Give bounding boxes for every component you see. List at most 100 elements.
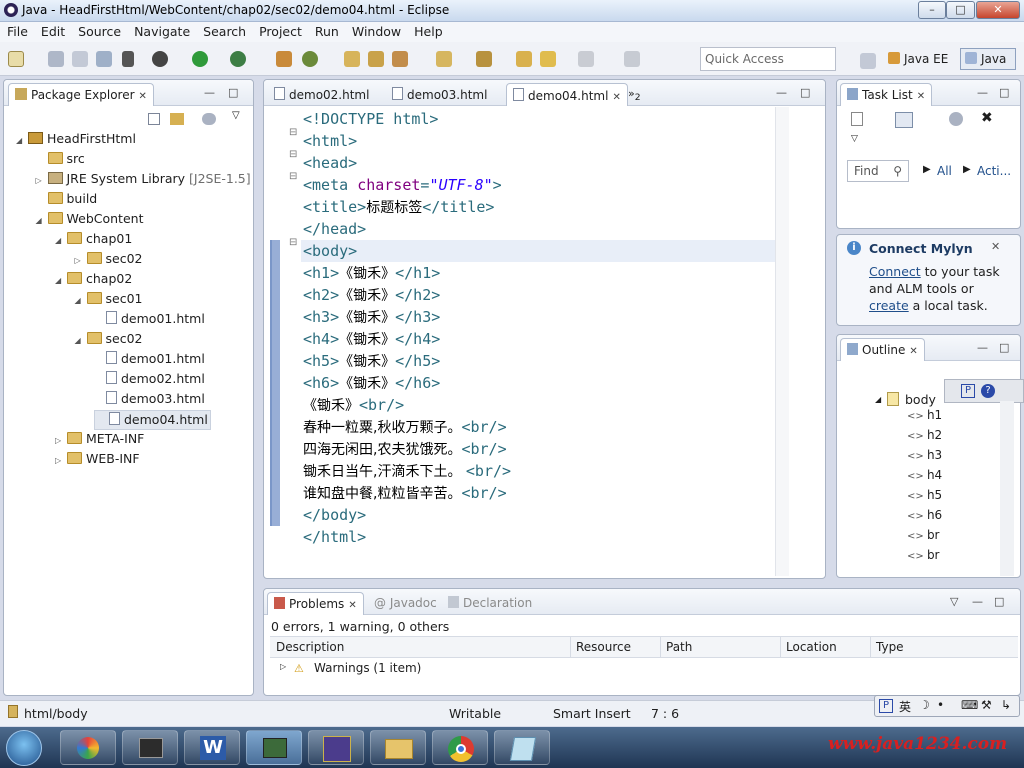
editor-tab-demo04[interactable]: demo04.html ✕	[506, 83, 628, 106]
collapse-arrow-icon[interactable]: ◢	[55, 272, 67, 290]
menu-window[interactable]: Window	[345, 22, 407, 39]
minimize-view-icon[interactable]: —	[776, 86, 787, 99]
maximize-button[interactable]: □	[946, 1, 975, 19]
code-line[interactable]: <body>	[303, 240, 357, 262]
col-description[interactable]: Description	[276, 640, 344, 654]
run-icon[interactable]	[192, 51, 208, 67]
close-icon[interactable]: ✕	[991, 240, 1000, 253]
tab-package-explorer[interactable]: Package Explorer ✕	[8, 83, 154, 106]
menu-project[interactable]: Project	[252, 22, 308, 39]
tools-icon[interactable]: ⚒	[981, 698, 992, 712]
code-line[interactable]: <!DOCTYPE html>	[303, 108, 438, 130]
minimize-view-icon[interactable]: —	[204, 86, 215, 99]
collapse-arrow-icon[interactable]: ◢	[75, 332, 87, 350]
outline-root[interactable]: body	[905, 392, 936, 407]
tree-item[interactable]: ◢ sec02	[75, 330, 143, 350]
menu-source[interactable]: Source	[71, 22, 127, 39]
code-line[interactable]: <head>	[303, 152, 357, 174]
tree-item[interactable]: demo01.html	[94, 350, 205, 370]
expand-icon[interactable]: ↳	[1001, 698, 1011, 712]
collapse-arrow-icon[interactable]: ◢	[55, 232, 67, 250]
tree-item[interactable]: ▷ JRE System Library [J2SE-1.5]	[36, 170, 251, 190]
taskbar-colorful-app-icon[interactable]	[60, 730, 116, 765]
tree-item[interactable]: build	[36, 190, 97, 210]
external-tools-icon[interactable]	[230, 51, 246, 67]
taskbar-javaee-icon[interactable]	[308, 730, 364, 765]
task-activate-link[interactable]: Acti...	[977, 164, 1011, 178]
perspective-javaee-button[interactable]: Java EE	[884, 48, 956, 70]
new-class-icon[interactable]	[302, 51, 318, 67]
col-type[interactable]: Type	[876, 640, 904, 654]
create-link[interactable]: create	[869, 298, 909, 313]
connect-link[interactable]: Connect	[869, 264, 921, 279]
moon-icon[interactable]: ☽	[919, 698, 930, 712]
code-line[interactable]: <h6>《锄禾》</h6>	[303, 372, 440, 394]
new-task-icon[interactable]	[851, 112, 863, 126]
menu-search[interactable]: Search	[196, 22, 252, 39]
view-menu-icon[interactable]: ▽	[232, 110, 240, 121]
maximize-view-icon[interactable]: □	[994, 595, 1004, 608]
menu-run[interactable]: Run	[308, 22, 345, 39]
menu-file[interactable]: File	[0, 22, 34, 39]
code-line[interactable]: 谁知盘中餐,粒粒皆辛苦。<br/>	[303, 482, 507, 504]
taskbar-explorer-icon[interactable]	[370, 730, 426, 765]
tree-item[interactable]: src	[36, 150, 85, 170]
code-line[interactable]: </head>	[303, 218, 366, 240]
code-line[interactable]: 四海无闲田,农夫犹饿死。<br/>	[303, 438, 507, 460]
collapse-all-icon[interactable]	[148, 113, 160, 125]
prev-annotation-icon[interactable]	[476, 51, 492, 67]
forward-icon[interactable]	[578, 51, 594, 67]
tree-item[interactable]: demo04.html	[94, 410, 211, 430]
expand-arrow-icon[interactable]: ▷	[55, 432, 67, 450]
outline-item[interactable]: <> h4	[907, 468, 942, 482]
tree-item[interactable]: demo02.html	[94, 370, 205, 390]
tree-item[interactable]: ◢ chap01	[55, 230, 132, 250]
fold-icon[interactable]: ⊟	[289, 149, 297, 160]
tree-item[interactable]: ◢ HeadFirstHtml	[16, 130, 136, 150]
maximize-view-icon[interactable]: □	[228, 86, 238, 99]
fold-icon[interactable]: ⊟	[289, 237, 297, 248]
open-task-icon[interactable]	[368, 51, 384, 67]
editor-tab-demo02[interactable]: demo02.html	[268, 83, 375, 106]
outline-item[interactable]: <> br	[907, 548, 940, 562]
maximize-view-icon[interactable]: □	[800, 86, 810, 99]
save-all-icon[interactable]	[72, 51, 88, 67]
editor-tab-demo03[interactable]: demo03.html	[386, 83, 493, 106]
taskbar-chrome-icon[interactable]	[432, 730, 488, 765]
tree-item[interactable]: ▷ WEB-INF	[55, 450, 140, 470]
close-icon[interactable]: ✕	[909, 346, 917, 357]
minimize-view-icon[interactable]: —	[977, 341, 988, 354]
code-line[interactable]: 春种一粒粟,秋收万颗子。<br/>	[303, 416, 507, 438]
ime-p-icon[interactable]: P	[879, 699, 893, 713]
ime-lang[interactable]: 英	[899, 698, 911, 715]
col-location[interactable]: Location	[786, 640, 837, 654]
outline-item[interactable]: <> h6	[907, 508, 942, 522]
close-icon[interactable]: ✕	[917, 91, 925, 102]
back-icon[interactable]	[540, 51, 556, 67]
code-editor[interactable]: ⊟ ⊟ ⊟ ⊟ <!DOCTYPE html> <html> <head> <meta…	[265, 107, 790, 576]
expand-arrow-icon[interactable]: ▷	[55, 452, 67, 470]
tree-item[interactable]: ▷ sec02	[75, 250, 143, 270]
status-insert[interactable]: Smart Insert	[553, 706, 631, 721]
expand-arrow-icon[interactable]: ▷	[36, 172, 48, 190]
outline-item[interactable]: <> h5	[907, 488, 942, 502]
editor-scrollbar[interactable]	[775, 107, 789, 576]
focus-icon[interactable]	[949, 112, 963, 126]
close-icon[interactable]: ✕	[348, 600, 356, 611]
minimize-view-icon[interactable]: —	[977, 86, 988, 99]
hide-completed-icon[interactable]: ✖	[981, 110, 993, 126]
pin-icon[interactable]	[624, 51, 640, 67]
task-filter-all[interactable]: All	[937, 164, 952, 178]
outline-item[interactable]: <> h3	[907, 448, 942, 462]
open-type-icon[interactable]	[344, 51, 360, 67]
collapse-arrow-icon[interactable]: ◢	[36, 212, 48, 230]
menu-help[interactable]: Help	[407, 22, 449, 39]
annotation-icon[interactable]	[436, 51, 452, 67]
collapse-arrow-icon[interactable]: ◢	[16, 132, 28, 150]
print-icon[interactable]	[96, 51, 112, 67]
last-edit-icon[interactable]	[516, 51, 532, 67]
tree-item[interactable]: ◢ WebContent	[36, 210, 144, 230]
code-line[interactable]: <html>	[303, 130, 357, 152]
outline-item[interactable]: <> br	[907, 528, 940, 542]
tree-item[interactable]: ◢ sec01	[75, 290, 143, 310]
